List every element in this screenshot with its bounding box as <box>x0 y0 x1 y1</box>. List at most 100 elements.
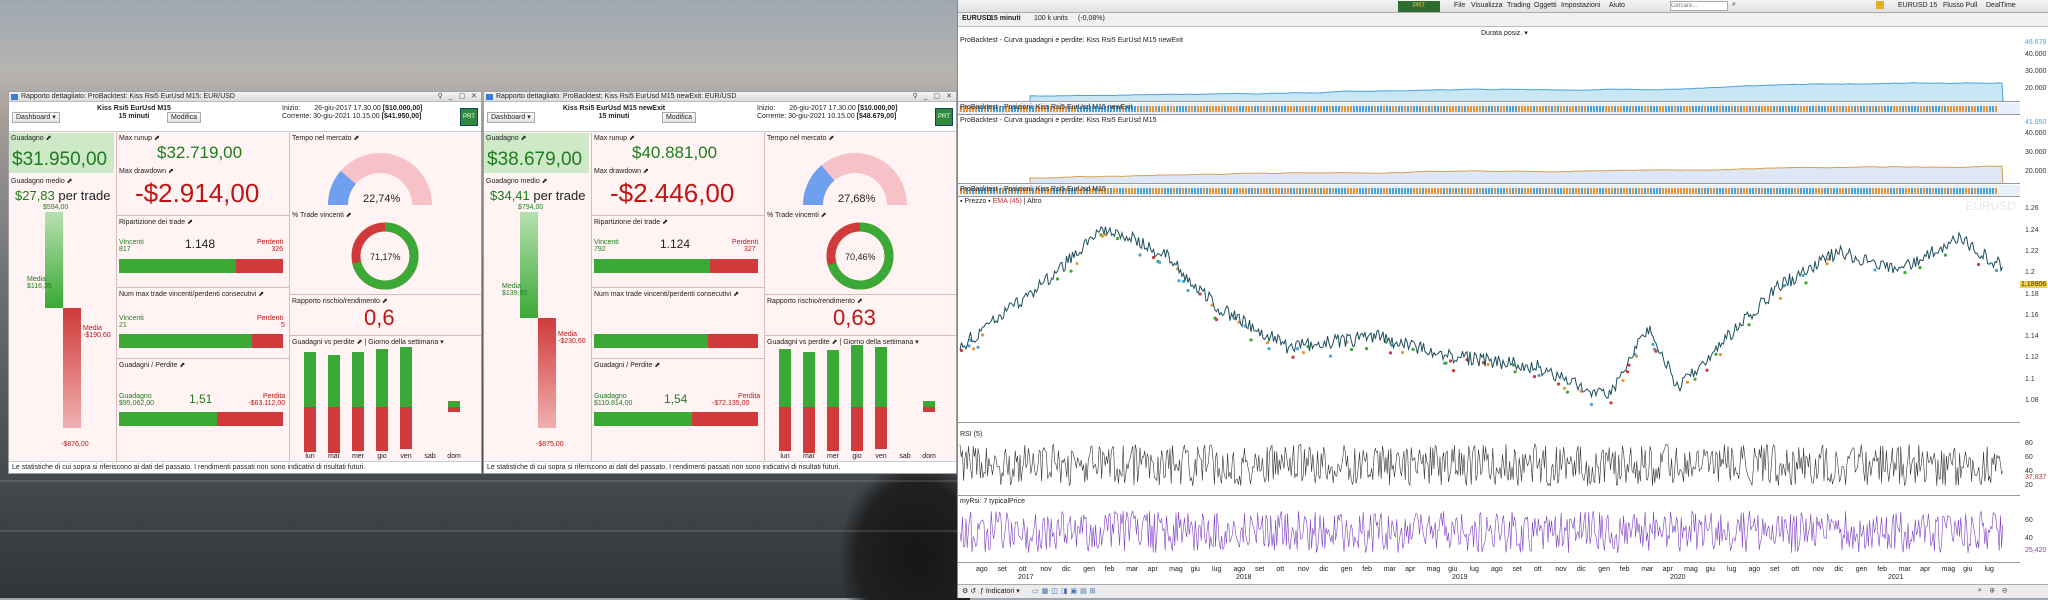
window-controls-icon[interactable]: ⚲ _ ▢ ✕ <box>913 92 954 102</box>
max-drawdown-value: -$2.446,00 <box>610 178 735 208</box>
time-axis-label: gen <box>1083 566 1095 573</box>
timeframe-select[interactable]: 15 minuti <box>990 15 1021 22</box>
weekday-loss-bar <box>875 407 887 449</box>
alert-icon[interactable] <box>1876 1 1884 9</box>
tool-icons[interactable]: ⚙ ↺ <box>962 587 976 595</box>
year-label: 2018 <box>1236 574 1252 581</box>
platform-window: PRT File Visualizza Trading Oggetti Impo… <box>957 0 2048 598</box>
menu-file[interactable]: File <box>1454 2 1465 9</box>
weekday-loss-bar <box>328 407 340 453</box>
risk-reward-value: 0,6 <box>364 305 395 330</box>
equity-curve-panel-1[interactable]: ProBacktest - Curva guadagni e perdite: … <box>958 36 2020 102</box>
profit-text: Guadagno $95.062,00 <box>119 393 155 407</box>
divider <box>117 358 289 359</box>
indicators-button[interactable]: ƒ Indicatori ▾ <box>980 587 1020 595</box>
dashboard-dropdown[interactable]: Dashboard ▾ <box>12 112 60 123</box>
modify-button[interactable]: Modifica <box>662 112 697 123</box>
weekday-loss-bar <box>448 407 460 412</box>
time-axis-label: nov <box>1297 566 1310 573</box>
time-axis-label: gen <box>1855 566 1868 573</box>
symbol-select[interactable]: EURUSD <box>962 15 992 22</box>
time-axis-label: apr <box>1405 566 1416 573</box>
positive-avg-bar <box>45 212 63 308</box>
menu-bar: PRT File Visualizza Trading Oggetti Impo… <box>958 0 2048 13</box>
chart-toolbar: EURUSD 15 minuti 100 k units (-0,08%) <box>958 13 2048 27</box>
equity-axis-1: 48.679 40.000 30.000 20.000 <box>2025 39 2047 92</box>
weekday-loss-bar <box>923 407 935 412</box>
zoom-icons[interactable]: ⌕ ⊕ ⊖ <box>1978 587 2010 595</box>
positions-panel-2[interactable]: ProBacktest - Posizioni: Kiss Rsi5 EurUs… <box>958 185 2020 197</box>
prorealtime-logo: PRT <box>460 108 478 126</box>
strategy-name: Kiss Rsi5 EurUsd M15 15 minuti <box>97 105 171 120</box>
consecutive-loss-bar <box>708 334 758 348</box>
risk-reward-value: 0,63 <box>833 305 876 330</box>
dashboard-dropdown[interactable]: Dashboard ▾ <box>487 112 535 123</box>
max-drawdown-label: Max drawdown ⬈ <box>119 168 174 175</box>
winners-text: Vincenti 792 <box>594 239 619 253</box>
weekday-label: gio <box>377 453 387 460</box>
price-chart-panel[interactable]: EURUSD ▪ Prezzo ▪ EMA (45) | Altro <box>958 197 2020 423</box>
negative-avg-bar <box>63 308 81 428</box>
drawing-tools-icon[interactable]: ▭▦◫◨▣▤⊞ <box>1032 587 1099 595</box>
weekday-gain-bar <box>352 352 364 407</box>
window-title: Rapporto dettagliato: ProBacktest: Kiss … <box>21 93 235 100</box>
window-title: Rapporto dettagliato: ProBacktest: Kiss … <box>496 93 737 100</box>
weekday-gain-bar <box>875 347 887 407</box>
time-axis-label: ott <box>1533 566 1542 573</box>
divider <box>290 335 481 336</box>
weekday-label: dom <box>922 453 936 460</box>
time-axis-label: mar <box>1126 566 1139 573</box>
avg-gain-value: $27,83 per trade <box>15 188 111 203</box>
weekday-label: ven <box>875 453 887 460</box>
time-axis-label: dic <box>1834 566 1844 573</box>
risk-reward-label: Rapporto rischio/rendimento ⬈ <box>767 298 863 305</box>
myrsi-panel[interactable]: myRsi: 7 typicalPrice <box>958 497 2020 563</box>
positions-panel-1[interactable]: ProBacktest - Posizioni: Kiss Rsi5 EurUs… <box>958 103 2020 115</box>
equity-curve-panel-2[interactable]: ProBacktest - Curva guadagni e perdite: … <box>958 116 2020 184</box>
rsi-axis: 80 60 40 37,837 20 <box>2025 440 2047 489</box>
time-axis-label: apr <box>1147 566 1158 573</box>
weekday-label: lun <box>780 453 790 460</box>
profit-factor: 1,54 <box>664 392 688 406</box>
panel-label: ProBacktest - Curva guadagni e perdite: … <box>960 37 1183 44</box>
modify-button[interactable]: Modifica <box>167 112 202 123</box>
weekday-loss-bar <box>827 407 839 451</box>
menu-view[interactable]: Visualizza <box>1471 2 1502 9</box>
window-controls-icon[interactable]: ⚲ _ ▢ ✕ <box>438 92 479 102</box>
losers-text: Perdenti 326 <box>257 239 284 253</box>
top-item-eurusd[interactable]: EURUSD 15 <box>1898 2 1937 9</box>
time-axis-label: ott <box>1018 566 1027 573</box>
max-runup-label: Max runup ⬈ <box>119 135 160 142</box>
media-positive: Media $116,35 <box>27 276 52 290</box>
weekday-loss-bar <box>376 407 388 451</box>
gain-label: Guadagno ⬈ <box>486 135 527 142</box>
weekday-label: dom <box>447 453 461 460</box>
search-icon[interactable]: ⌕ <box>1732 1 1736 9</box>
top-item-dealtime[interactable]: DealTime <box>1986 2 2016 9</box>
search-input[interactable] <box>1670 1 1728 11</box>
window-titlebar[interactable]: Rapporto dettagliato: ProBacktest: Kiss … <box>9 92 481 102</box>
time-axis-label: ott <box>1791 566 1800 573</box>
menu-settings[interactable]: Impostazioni <box>1561 2 1600 9</box>
gain-value: $38.679,00 <box>487 149 583 170</box>
time-axis-label: lug <box>1469 566 1479 573</box>
panel-label: ProBacktest - Posizioni: Kiss Rsi5 EurUs… <box>960 186 1106 193</box>
time-axis-label: ago <box>1748 566 1761 573</box>
weekday-label: mer <box>826 453 840 460</box>
menu-trading[interactable]: Trading <box>1507 2 1530 9</box>
weekday-label: sab <box>899 453 911 460</box>
time-axis-label: lug <box>1727 566 1737 573</box>
rsi-panel[interactable]: RSI (5) <box>958 430 2020 496</box>
time-in-market-value: 27,68% <box>838 193 876 205</box>
min-trade-value: -$875,00 <box>536 441 564 448</box>
pct-winning-value: 70,46% <box>845 252 876 262</box>
menu-help[interactable]: Aiuto <box>1609 2 1625 9</box>
negative-avg-bar <box>538 318 556 428</box>
units-select[interactable]: 100 k units <box>1034 15 1068 22</box>
panel-label: ProBacktest - Posizioni: Kiss Rsi5 EurUs… <box>960 104 1133 111</box>
year-label: 2019 <box>1452 574 1468 581</box>
menu-objects[interactable]: Oggetti <box>1534 2 1557 9</box>
window-titlebar[interactable]: Rapporto dettagliato: ProBacktest: Kiss … <box>484 92 956 102</box>
top-item-flow[interactable]: Flusso Pull <box>1943 2 1977 9</box>
weekday-label: gio <box>852 453 862 460</box>
